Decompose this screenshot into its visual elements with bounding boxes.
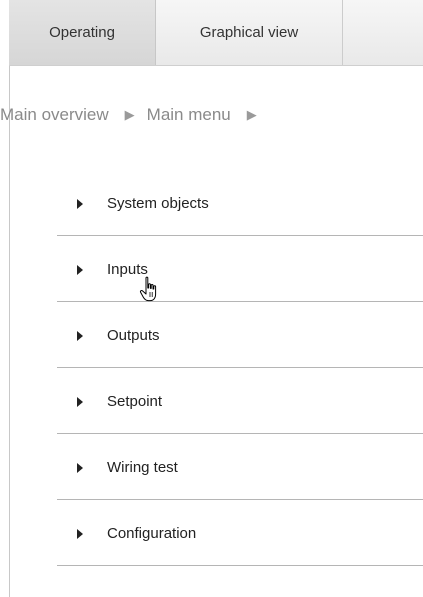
expand-arrow-icon [77,397,83,407]
app-frame: Operating Graphical view Main overview ▶ M… [0,0,423,597]
breadcrumb-separator-icon: ▶ [124,107,135,122]
expand-arrow-icon [77,265,83,275]
tab-bar: Operating Graphical view [9,0,423,66]
menu-item-configuration[interactable]: Configuration [57,500,423,566]
main-menu-list: System objects Inputs Outputs Setpoint W… [57,170,423,566]
tab-graphical-view[interactable]: Graphical view [156,0,343,65]
menu-item-outputs[interactable]: Outputs [57,302,423,368]
menu-item-inputs[interactable]: Inputs [57,236,423,302]
menu-item-system-objects[interactable]: System objects [57,170,423,236]
breadcrumb-separator-icon: ▶ [246,107,257,122]
menu-item-label: Wiring test [107,459,178,476]
breadcrumb: Main overview ▶ Main menu ▶ [0,103,269,127]
menu-item-label: Inputs [107,261,148,278]
menu-item-wiring-test[interactable]: Wiring test [57,434,423,500]
breadcrumb-main-overview[interactable]: Main overview [0,103,109,127]
menu-item-label: Setpoint [107,393,163,410]
menu-item-setpoint[interactable]: Setpoint [57,368,423,434]
panel-left-border [9,0,10,597]
tab-operating[interactable]: Operating [9,0,156,65]
menu-item-label: Outputs [107,327,160,344]
menu-item-label: Configuration [107,525,197,542]
expand-arrow-icon [77,199,83,209]
menu-item-label: System objects [107,195,209,212]
expand-arrow-icon [77,331,83,341]
expand-arrow-icon [77,463,83,473]
expand-arrow-icon [77,529,83,539]
breadcrumb-main-menu[interactable]: Main menu [147,103,231,127]
